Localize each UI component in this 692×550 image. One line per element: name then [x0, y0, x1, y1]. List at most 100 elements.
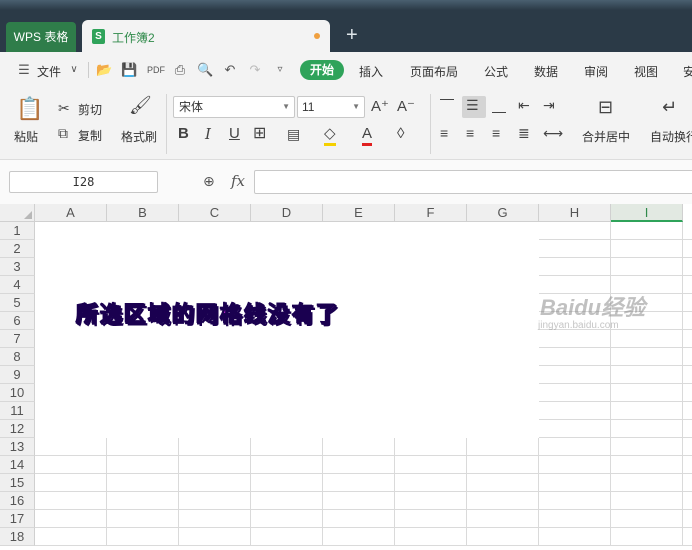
paste-icon[interactable]: 📋 — [16, 96, 43, 122]
title-bar-gradient — [0, 0, 692, 10]
name-box[interactable]: I28 — [9, 171, 158, 193]
align-right-icon[interactable]: ≡ — [492, 124, 500, 142]
row-header-9[interactable]: 9 — [0, 366, 35, 384]
new-tab-button[interactable]: + — [346, 22, 358, 48]
watermark-logo: Baidu经验 — [540, 295, 646, 320]
dropdown-caret-icon: ▼ — [352, 102, 360, 111]
row-header-3[interactable]: 3 — [0, 258, 35, 276]
menu-tab-home[interactable]: 开始 — [300, 60, 344, 80]
menu-tab-review[interactable]: 审阅 — [584, 63, 608, 80]
align-left-icon[interactable]: ≡ — [440, 124, 448, 142]
watermark-url: jingyan.baidu.com — [538, 320, 619, 331]
borders-icon[interactable]: ⊞ — [253, 125, 266, 143]
wrap-text-button[interactable]: 自动换行 — [650, 128, 692, 145]
spreadsheet-grid[interactable]: A B C D E F G H I 1 2 3 4 5 6 7 8 9 10 11 12 13 14 15 16 17 18 — [0, 204, 692, 550]
italic-button[interactable]: I — [205, 125, 211, 143]
copy-icon[interactable]: ⧉ — [58, 124, 68, 142]
column-header-d[interactable]: D — [251, 204, 323, 222]
bold-button[interactable]: B — [178, 125, 189, 143]
increase-font-icon[interactable]: A⁺ — [371, 98, 389, 116]
row-header-5[interactable]: 5 — [0, 294, 35, 312]
row-header-2[interactable]: 2 — [0, 240, 35, 258]
column-header-e[interactable]: E — [323, 204, 395, 222]
wps-app-tab[interactable]: WPS 表格 — [6, 22, 76, 52]
file-menu[interactable]: 文件 — [37, 63, 61, 80]
font-size-value: 11 — [302, 100, 315, 114]
menu-tab-data[interactable]: 数据 — [534, 63, 558, 80]
fill-color-icon[interactable]: ◇ — [324, 125, 336, 146]
column-header-b[interactable]: B — [107, 204, 179, 222]
title-bar: WPS 表格 S 工作簿2 + — [0, 0, 692, 52]
undo-icon[interactable]: ↶ — [222, 62, 238, 78]
document-tab[interactable]: S 工作簿2 — [82, 20, 330, 52]
menu-tab-formulas[interactable]: 公式 — [484, 63, 508, 80]
row-header-17[interactable]: 17 — [0, 510, 35, 528]
row-header-16[interactable]: 16 — [0, 492, 35, 510]
open-folder-icon[interactable]: 📂 — [96, 62, 112, 78]
row-header-11[interactable]: 11 — [0, 402, 35, 420]
hamburger-menu-icon[interactable]: ☰ — [16, 62, 32, 78]
insert-function-button[interactable]: fx — [231, 172, 245, 190]
row-header-1[interactable]: 1 — [0, 222, 35, 240]
column-header-h[interactable]: H — [539, 204, 611, 222]
cut-button[interactable]: 剪切 — [78, 101, 102, 118]
no-gridlines-region[interactable] — [35, 222, 539, 438]
format-painter-button[interactable]: 格式刷 — [121, 128, 157, 145]
column-header-i[interactable]: I — [611, 204, 683, 222]
menu-tab-page-layout[interactable]: 页面布局 — [410, 63, 458, 80]
menu-tab-insert[interactable]: 插入 — [359, 63, 383, 80]
font-size-select[interactable]: 11 ▼ — [297, 96, 365, 118]
merge-center-icon[interactable]: ⊟ — [598, 98, 613, 116]
distribute-icon[interactable]: ⟷ — [543, 124, 563, 142]
increase-indent-icon[interactable]: ⇥ — [543, 96, 555, 114]
row-header-18[interactable]: 18 — [0, 528, 35, 546]
print-preview-icon[interactable]: 🔍 — [197, 62, 213, 78]
cell-style-icon[interactable]: ▤ — [287, 125, 300, 143]
formula-bar: I28 ⊕ fx — [0, 160, 692, 204]
menu-tab-view[interactable]: 视图 — [634, 63, 658, 80]
paste-button[interactable]: 粘贴 — [14, 128, 38, 145]
formula-input[interactable] — [254, 170, 692, 194]
chevron-down-icon[interactable]: ∨ — [66, 62, 82, 78]
pdf-export-icon[interactable]: PDF — [147, 62, 165, 78]
column-header-g[interactable]: G — [467, 204, 539, 222]
underline-button[interactable]: U — [229, 125, 240, 143]
justify-icon[interactable]: ≣ — [518, 124, 530, 142]
row-header-14[interactable]: 14 — [0, 456, 35, 474]
grid-line — [35, 545, 692, 546]
row-header-4[interactable]: 4 — [0, 276, 35, 294]
row-header-10[interactable]: 10 — [0, 384, 35, 402]
select-all-corner[interactable] — [0, 204, 35, 222]
row-header-13[interactable]: 13 — [0, 438, 35, 456]
align-center-icon[interactable]: ≡ — [466, 124, 474, 142]
font-name-value: 宋体 — [179, 100, 204, 114]
copy-button[interactable]: 复制 — [78, 127, 102, 144]
save-icon[interactable]: 💾 — [121, 62, 137, 78]
menu-tab-security[interactable]: 安 — [683, 63, 692, 80]
grid-line — [35, 491, 692, 492]
wrap-text-icon[interactable]: ↵ — [662, 98, 677, 116]
font-name-select[interactable]: 宋体 ▼ — [173, 96, 295, 118]
column-header-f[interactable]: F — [395, 204, 467, 222]
decrease-indent-icon[interactable]: ⇤ — [518, 96, 530, 114]
column-header-a[interactable]: A — [35, 204, 107, 222]
row-header-15[interactable]: 15 — [0, 474, 35, 492]
format-painter-icon[interactable]: 🖌 — [129, 96, 152, 114]
clear-format-icon[interactable]: ◊ — [397, 125, 404, 143]
row-header-12[interactable]: 12 — [0, 420, 35, 438]
column-header-c[interactable]: C — [179, 204, 251, 222]
align-middle-icon[interactable]: ☰ — [466, 96, 479, 114]
scissors-icon[interactable]: ✂ — [58, 99, 70, 117]
align-bottom-icon[interactable]: ⎽ — [492, 96, 506, 114]
print-icon[interactable]: ⎙ — [172, 62, 188, 78]
zoom-icon[interactable]: ⊕ — [203, 173, 215, 190]
row-header-7[interactable]: 7 — [0, 330, 35, 348]
font-color-icon[interactable]: A — [362, 125, 373, 146]
merge-center-button[interactable]: 合并居中 — [582, 128, 630, 145]
row-header-6[interactable]: 6 — [0, 312, 35, 330]
customize-chevron-icon[interactable]: ▿ — [272, 62, 288, 78]
row-header-8[interactable]: 8 — [0, 348, 35, 366]
decrease-font-icon[interactable]: A⁻ — [397, 98, 415, 116]
align-top-icon[interactable]: ⎺ — [440, 96, 454, 114]
redo-icon[interactable]: ↷ — [247, 62, 263, 78]
